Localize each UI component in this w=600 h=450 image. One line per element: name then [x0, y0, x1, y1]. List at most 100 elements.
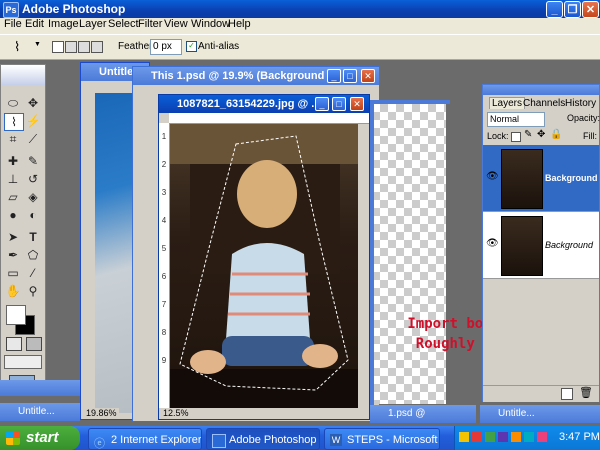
document-window-right-frame — [370, 100, 374, 405]
minimized-window-1[interactable] — [0, 380, 80, 396]
clone-stamp-icon[interactable]: ⊥ — [4, 171, 22, 187]
minimize-button[interactable]: _ — [546, 1, 563, 18]
eyedropper-icon[interactable]: ⁄ — [24, 265, 42, 281]
tray-icon-5[interactable] — [511, 432, 521, 442]
layer-name[interactable]: Background — [545, 240, 593, 250]
add-selection-icon[interactable] — [65, 41, 77, 53]
doc-front-minimize-button[interactable]: _ — [315, 97, 329, 111]
brush-tool-icon[interactable]: ✎ — [24, 153, 42, 169]
lock-transparency-icon[interactable] — [511, 132, 521, 142]
taskbar-photoshop-label: Adobe Photoshop — [229, 434, 317, 446]
tab-history[interactable]: History — [565, 98, 596, 109]
clock[interactable]: 3:47 PM — [559, 431, 600, 443]
layer-visibility-eye-icon[interactable]: 👁 — [486, 238, 499, 249]
slice-tool-icon[interactable]: ⟋ — [24, 131, 42, 147]
magic-wand-icon[interactable]: ⚡ — [24, 113, 42, 129]
feather-input[interactable]: 0 px — [150, 39, 182, 55]
intersect-selection-icon[interactable] — [91, 41, 103, 53]
antialias-checkbox[interactable]: ✓ — [186, 41, 197, 52]
menu-help[interactable]: Help — [228, 18, 251, 30]
lock-label: Lock: — [487, 131, 509, 141]
paint-bucket-icon[interactable]: ◈ — [24, 189, 42, 205]
healing-brush-icon[interactable]: ✚ — [4, 153, 22, 169]
type-tool-icon[interactable]: T — [24, 229, 42, 245]
layer-row-selected[interactable]: 👁 Background co — [483, 145, 600, 212]
document-bottom-right-titlebar[interactable]: 1.psd @ — [370, 405, 476, 423]
app-title: Adobe Photoshop — [22, 2, 126, 16]
layer-name[interactable]: Background co — [545, 173, 600, 183]
taskbar-word[interactable]: W STEPS - Microsoft Word — [324, 428, 440, 450]
minimized-window-3[interactable]: Untitle... — [480, 405, 600, 423]
document-front-statusbar: 12.5% — [159, 408, 369, 419]
zoom-tool-icon[interactable]: ⚲ — [24, 283, 42, 299]
doc-front-close-button[interactable]: ✕ — [350, 97, 364, 111]
blur-tool-icon[interactable]: ● — [4, 207, 22, 223]
chevron-down-icon[interactable]: ▼ — [34, 41, 41, 48]
crop-tool-icon[interactable]: ⌗ — [4, 131, 22, 147]
layer-visibility-eye-icon[interactable]: 👁 — [486, 171, 499, 182]
tray-icon-2[interactable] — [472, 432, 482, 442]
document-window-front[interactable]: 1087821_63154229.jpg @ ... _ □ ✕ 1234567… — [158, 94, 370, 420]
taskbar-internet-explorer[interactable]: ⓔ 2 Internet Explorer — [88, 428, 202, 450]
foreground-color-swatch[interactable] — [6, 305, 26, 325]
tray-icon-6[interactable] — [524, 432, 534, 442]
maximize-button[interactable]: ❐ — [564, 1, 581, 18]
tray-icon-4[interactable] — [498, 432, 508, 442]
close-button[interactable]: ✕ — [582, 1, 599, 18]
delete-layer-icon[interactable]: 🗑 — [579, 386, 593, 399]
hand-tool-icon[interactable]: ✋ — [4, 283, 22, 299]
doc-middle-minimize-button[interactable]: _ — [327, 69, 341, 83]
shape-tool-icon[interactable]: ⬠ — [24, 247, 42, 263]
pen-tool-icon[interactable]: ✒ — [4, 247, 22, 263]
menu-window[interactable]: Window — [191, 18, 230, 30]
new-selection-icon[interactable] — [52, 41, 64, 53]
front-zoom-level[interactable]: 12.5% — [163, 408, 189, 418]
quick-mask-icon[interactable] — [26, 337, 42, 351]
path-select-icon[interactable]: ➤ — [4, 229, 22, 245]
lock-brush-icon[interactable]: ✎ — [524, 129, 532, 140]
tray-icon-7[interactable] — [537, 432, 547, 442]
middle-zoom-level[interactable]: 19.86% — [84, 408, 119, 418]
menu-view[interactable]: View — [164, 18, 188, 30]
menu-layer[interactable]: Layer — [79, 18, 107, 30]
document-window-right-titlebar — [370, 100, 450, 104]
opacity-label: Opacity: — [567, 113, 600, 123]
taskbar: start ⓔ 2 Internet Explorer Adobe Photos… — [0, 426, 600, 450]
doc-middle-close-button[interactable]: ✕ — [361, 69, 375, 83]
dodge-tool-icon[interactable]: ◐ — [24, 207, 42, 223]
marquee-tool-icon[interactable]: ⬭ — [4, 95, 22, 111]
minimized-window-2[interactable]: Untitle... — [0, 403, 80, 421]
layers-panel-header — [483, 85, 599, 95]
doc-front-maximize-button[interactable]: □ — [332, 97, 346, 111]
doc-middle-maximize-button[interactable]: □ — [343, 69, 357, 83]
menu-file[interactable]: File — [4, 18, 22, 30]
horizontal-ruler — [169, 113, 369, 124]
screen-mode-icon[interactable] — [4, 355, 42, 369]
subtract-selection-icon[interactable] — [78, 41, 90, 53]
lock-all-icon[interactable]: 🔒 — [550, 129, 562, 140]
lasso-tool-preset-icon[interactable]: ⌇ — [14, 39, 20, 55]
menu-edit[interactable]: Edit — [25, 18, 44, 30]
taskbar-ie-label: 2 Internet Explorer — [111, 434, 202, 446]
menu-select[interactable]: Select — [108, 18, 139, 30]
layer-row[interactable]: 👁 Background — [483, 212, 599, 279]
menu-image[interactable]: Image — [48, 18, 79, 30]
history-brush-icon[interactable]: ↺ — [24, 171, 42, 187]
tab-layers[interactable]: Layers — [489, 97, 526, 109]
lock-move-icon[interactable]: ✥ — [537, 129, 545, 140]
eraser-tool-icon[interactable]: ▱ — [4, 189, 22, 205]
new-layer-icon[interactable] — [561, 388, 573, 400]
standard-mode-icon[interactable] — [6, 337, 22, 351]
notes-tool-icon[interactable]: ▭ — [4, 265, 22, 281]
menu-filter[interactable]: Filter — [138, 18, 162, 30]
toolbox-header[interactable] — [1, 65, 45, 85]
lasso-tool-icon[interactable]: ⌇ — [4, 113, 24, 131]
tab-channels[interactable]: Channels — [523, 98, 565, 109]
tray-icon-1[interactable] — [459, 432, 469, 442]
blend-mode-select[interactable]: Normal — [487, 112, 545, 127]
tray-icon-3[interactable] — [485, 432, 495, 442]
start-button[interactable]: start — [0, 426, 80, 450]
fill-label: Fill: — [583, 131, 597, 141]
taskbar-photoshop[interactable]: Adobe Photoshop — [206, 428, 320, 450]
move-tool-icon[interactable]: ✥ — [24, 95, 42, 111]
